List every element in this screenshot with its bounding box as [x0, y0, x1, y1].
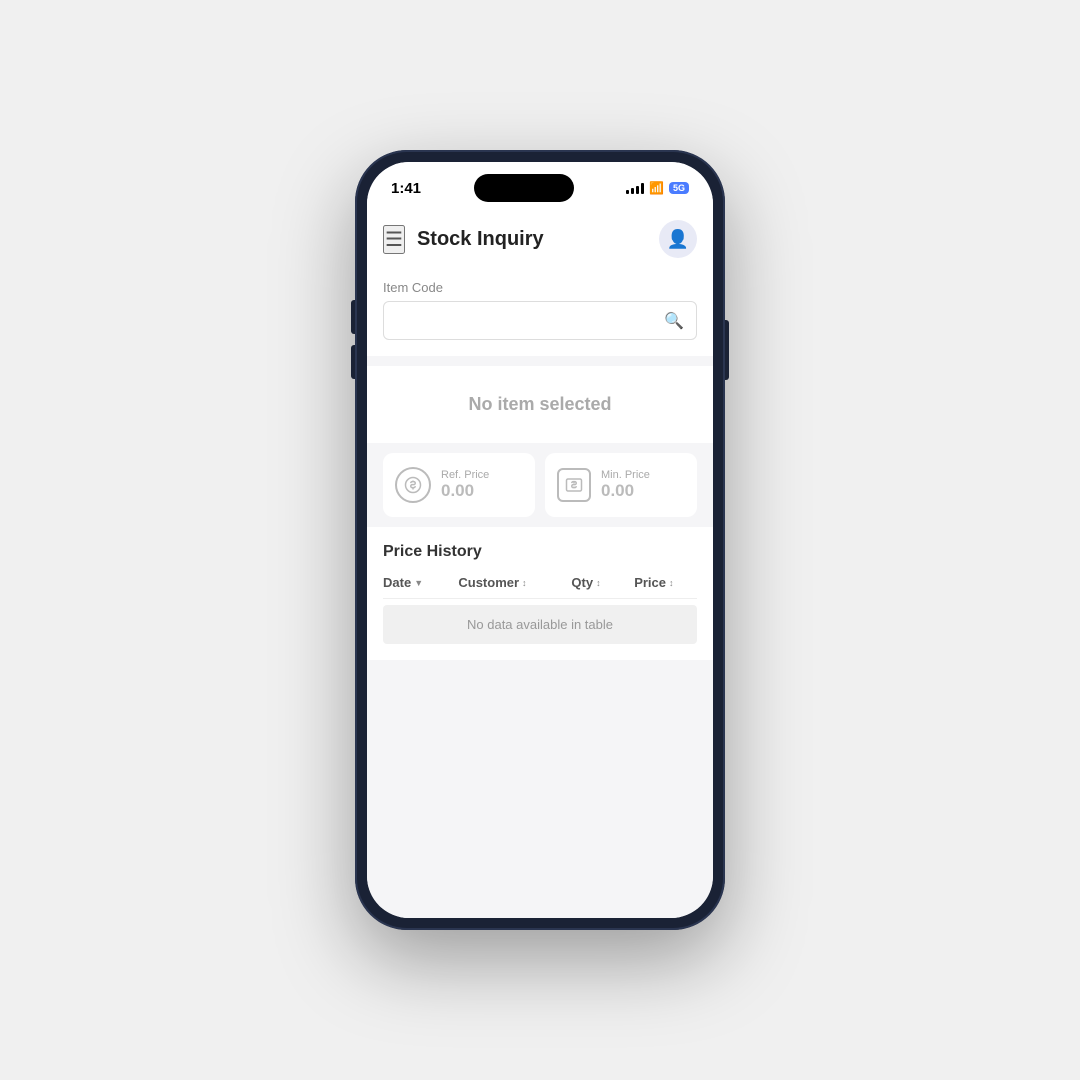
price-history-title: Price History	[383, 543, 697, 561]
table-header: Date ▼ Customer ↕ Qty ↕ Price ↕	[383, 575, 697, 599]
app-title: Stock Inquiry	[417, 228, 544, 251]
col-customer-label: Customer	[458, 575, 519, 590]
ref-price-value: 0.00	[441, 481, 489, 501]
ref-price-icon	[395, 467, 431, 503]
phone-screen: 1:41 📶 5G ☰ Stock Inquiry 👤	[367, 162, 713, 918]
search-button[interactable]: 🔍	[652, 303, 696, 339]
signal-icon	[626, 182, 644, 194]
wifi-icon: 📶	[649, 181, 664, 195]
min-price-card: Min. Price 0.00	[545, 453, 697, 517]
item-code-input[interactable]	[384, 302, 652, 339]
main-content: Item Code 🔍 No item selected	[367, 266, 713, 918]
volume-up-button[interactable]	[351, 300, 355, 334]
search-row: 🔍	[383, 301, 697, 340]
search-section: Item Code 🔍	[367, 266, 713, 356]
search-icon: 🔍	[664, 313, 684, 330]
power-button[interactable]	[725, 320, 729, 380]
status-time: 1:41	[391, 180, 421, 197]
sort-customer-icon: ↕	[522, 578, 527, 588]
ref-price-label: Ref. Price	[441, 469, 489, 481]
battery-icon: 5G	[669, 182, 689, 194]
price-history-section: Price History Date ▼ Customer ↕ Qty ↕	[367, 527, 713, 660]
avatar-button[interactable]: 👤	[659, 220, 697, 258]
app-header: ☰ Stock Inquiry 👤	[367, 208, 713, 266]
volume-down-button[interactable]	[351, 345, 355, 379]
dynamic-island	[474, 174, 574, 202]
item-code-label: Item Code	[383, 280, 697, 295]
user-avatar-icon: 👤	[667, 229, 689, 250]
col-price[interactable]: Price ↕	[634, 575, 697, 590]
no-item-text: No item selected	[468, 394, 611, 414]
col-price-label: Price	[634, 575, 666, 590]
col-qty[interactable]: Qty ↕	[571, 575, 634, 590]
status-bar: 1:41 📶 5G	[367, 162, 713, 208]
price-cards: Ref. Price 0.00 Min. Price 0.00	[367, 453, 713, 517]
sort-price-icon: ↕	[669, 578, 674, 588]
col-date[interactable]: Date ▼	[383, 575, 458, 590]
header-left: ☰ Stock Inquiry	[383, 225, 544, 254]
min-price-value: 0.00	[601, 481, 650, 501]
phone-frame: 1:41 📶 5G ☰ Stock Inquiry 👤	[355, 150, 725, 930]
min-price-info: Min. Price 0.00	[601, 469, 650, 501]
table-empty-message: No data available in table	[383, 605, 697, 644]
sort-qty-icon: ↕	[596, 578, 601, 588]
ref-price-info: Ref. Price 0.00	[441, 469, 489, 501]
col-qty-label: Qty	[571, 575, 593, 590]
min-price-icon	[557, 468, 591, 502]
sort-date-icon: ▼	[414, 578, 423, 588]
no-item-section: No item selected	[367, 366, 713, 443]
min-price-label: Min. Price	[601, 469, 650, 481]
col-date-label: Date	[383, 575, 411, 590]
hamburger-menu-button[interactable]: ☰	[383, 225, 405, 254]
col-customer[interactable]: Customer ↕	[458, 575, 571, 590]
status-icons: 📶 5G	[626, 181, 689, 195]
ref-price-card: Ref. Price 0.00	[383, 453, 535, 517]
